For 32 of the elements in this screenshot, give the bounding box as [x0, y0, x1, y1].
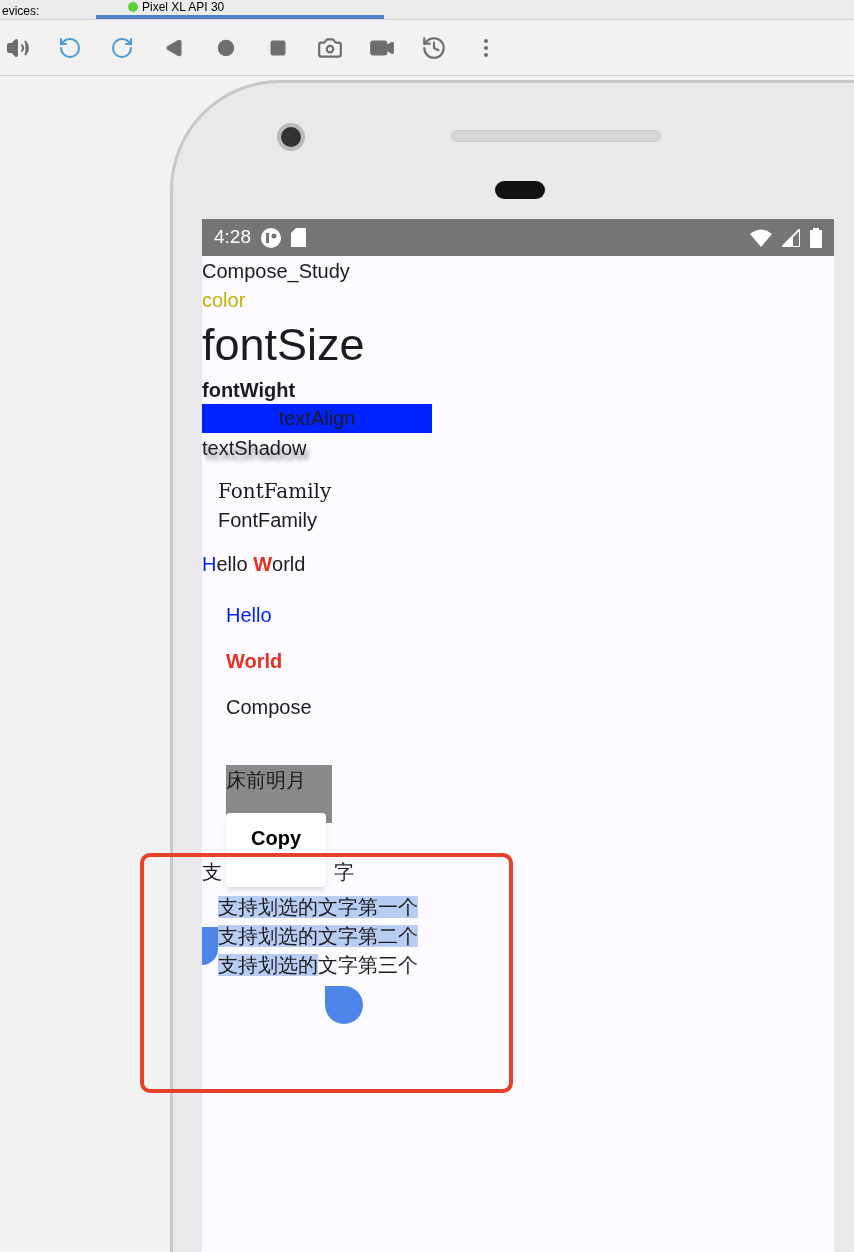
- selection-end-handle[interactable]: [325, 986, 363, 1024]
- sd-card-icon: [291, 228, 306, 247]
- column-item-text: World: [226, 649, 284, 674]
- copy-menu-button[interactable]: Copy: [226, 813, 326, 887]
- title-text: Compose_Study: [202, 259, 351, 285]
- wifi-icon: [750, 228, 772, 247]
- selectable-line[interactable]: 支持划选的文字第三个: [218, 951, 834, 980]
- selectable-line[interactable]: 支持划选的文字第一个: [218, 893, 834, 922]
- signal-icon: [782, 228, 800, 247]
- poem-line: 床前明月: [226, 768, 307, 793]
- column-item-text: Compose: [226, 695, 313, 720]
- text-shadow-text: textShadow: [202, 436, 308, 461]
- font-family-text: FontFamily: [218, 478, 333, 505]
- partial-text: 字: [334, 860, 354, 885]
- text-align-text: textAlign: [202, 404, 432, 433]
- battery-icon: [810, 227, 822, 248]
- styled-span-text: Hello World: [202, 552, 307, 577]
- partial-text: 支: [202, 860, 222, 885]
- device-tab[interactable]: Pixel XL API 30: [96, 0, 384, 19]
- color-text: color: [202, 288, 247, 313]
- selectable-line[interactable]: 支持划选的文字第二个: [218, 922, 834, 951]
- font-family-text: FontFamily: [218, 508, 318, 533]
- status-time: 4:28: [214, 225, 251, 250]
- devices-label: evices:: [2, 3, 41, 19]
- font-size-text: fontSize: [202, 318, 366, 372]
- app-notification-icon: [261, 227, 281, 248]
- font-weight-text: fontWight: [202, 378, 297, 403]
- column-item-text: Hello: [226, 603, 273, 628]
- earpiece: [495, 181, 545, 199]
- device-icon: [128, 2, 138, 12]
- selection-start-handle[interactable]: [202, 927, 218, 965]
- front-camera-icon: [277, 123, 305, 151]
